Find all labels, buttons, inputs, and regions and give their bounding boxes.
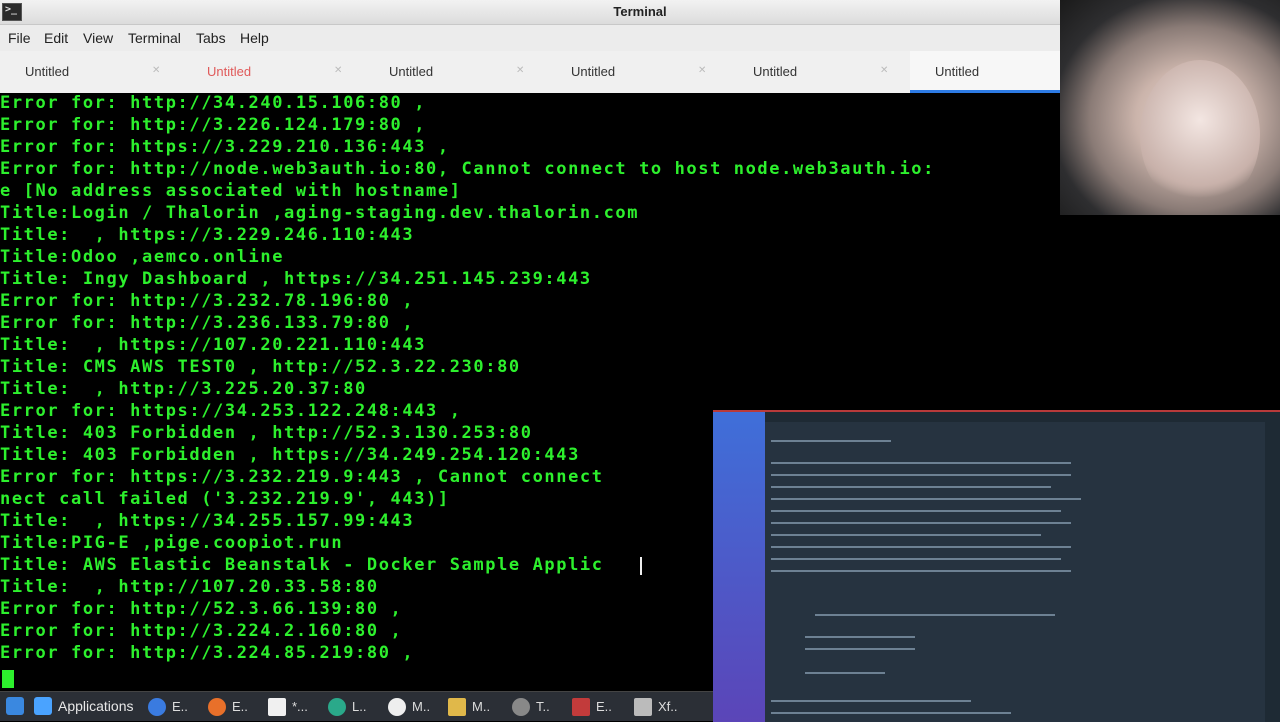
taskbar-item[interactable]: E.. [572,696,624,718]
terminal-line: Error for: http://52.3.66.139:80 , [0,599,403,619]
taskbar-item[interactable]: E.. [208,696,260,718]
terminal-line: e [No address associated with hostname] [0,181,462,201]
terminal-line: Title:PIG-E ,pige.coopiot.run [0,533,344,553]
close-icon[interactable]: ✕ [152,66,162,76]
taskbar-item[interactable]: T.. [512,696,564,718]
terminal-line: Title: 403 Forbidden , http://52.3.130.2… [0,423,533,443]
tools-icon [512,698,530,716]
close-icon[interactable]: ✕ [880,66,890,76]
taskbar: Applications E.. E.. *... L.. M.. M.. T.… [0,691,713,721]
terminal-line: nect call failed ('3.232.219.9', 443)] [0,489,450,509]
files-icon [448,698,466,716]
terminal-line: Error for: http://node.web3auth.io:80, C… [0,159,935,179]
taskbar-item-label: *... [292,699,308,714]
tab-4[interactable]: Untitled ✕ [546,51,728,93]
media-icon [388,698,406,716]
webcam-overlay [1060,0,1280,215]
menu-tabs[interactable]: Tabs [196,30,226,46]
applications-menu[interactable]: Applications [58,698,134,714]
terminal-line: Title: AWS Elastic Beanstalk - Docker Sa… [0,555,604,575]
terminal-line: Title: , https://34.255.157.99:443 [0,511,415,531]
terminal-line: Title: , http://107.20.33.58:80 [0,577,379,597]
window-icon [634,698,652,716]
taskbar-item[interactable]: M.. [448,696,500,718]
taskbar-item[interactable]: M.. [388,696,440,718]
terminal-line: Title: CMS AWS TEST0 , http://52.3.22.23… [0,357,521,377]
app-icon [572,698,590,716]
terminal-cursor [2,670,14,688]
close-icon[interactable]: ✕ [516,66,526,76]
terminal-line: Error for: http://3.226.124.179:80 , [0,115,427,135]
tab-1[interactable]: Untitled ✕ [0,51,182,93]
taskbar-item-label: E.. [232,699,248,714]
taskbar-item[interactable]: Xf.. [634,696,686,718]
terminal-line: Title: Ingy Dashboard , https://34.251.1… [0,269,592,289]
tab-label: Untitled [389,64,434,79]
start-menu-icon[interactable] [6,697,24,715]
taskbar-item[interactable]: L.. [328,696,380,718]
taskbar-item-label: M.. [412,699,431,714]
terminal-line: Title: , https://107.20.221.110:443 [0,335,427,355]
tab-5[interactable]: Untitled ✕ [728,51,910,93]
screen-share-thumbnail [713,410,1280,722]
menu-terminal[interactable]: Terminal [128,30,181,46]
text-editor-icon [268,698,286,716]
taskbar-item-label: E.. [172,699,188,714]
terminal-line: Title: 403 Forbidden , https://34.249.25… [0,445,580,465]
taskbar-item-label: Xf.. [658,699,678,714]
tab-label: Untitled [25,64,70,79]
tab-label: Untitled [571,64,616,79]
terminal-line: Error for: https://3.232.219.9:443 , Can… [0,467,604,487]
share-sidebar [713,412,765,722]
menu-view[interactable]: View [83,30,113,46]
terminal-line: Title: , https://3.229.246.110:443 [0,225,415,245]
terminal-icon [328,698,346,716]
menu-file[interactable]: File [8,30,31,46]
terminal-line: Title:Odoo ,aemco.online [0,247,285,267]
taskbar-item-label: T.. [536,699,550,714]
taskbar-item-label: M.. [472,699,491,714]
terminal-line: Error for: https://34.253.122.248:443 , [0,401,462,421]
tab-2[interactable]: Untitled ✕ [182,51,364,93]
webcam-face [1140,60,1260,210]
terminal-line: Error for: http://3.232.78.196:80 , [0,291,415,311]
terminal-line: Title: , http://3.225.20.37:80 [0,379,367,399]
taskbar-item[interactable]: *... [268,696,320,718]
taskbar-item-label: E.. [596,699,612,714]
close-icon[interactable]: ✕ [698,66,708,76]
tab-label: Untitled [207,64,252,79]
menu-edit[interactable]: Edit [44,30,68,46]
share-content [765,422,1265,722]
terminal-line: Error for: http://3.224.85.219:80 , [0,643,415,663]
firefox-icon [208,698,226,716]
taskbar-item-label: L.. [352,699,367,714]
taskbar-item[interactable]: E.. [148,696,200,718]
terminal-line: Error for: http://3.224.2.160:80 , [0,621,403,641]
menu-help[interactable]: Help [240,30,269,46]
applications-icon[interactable] [34,697,52,715]
terminal-line: Error for: http://34.240.15.106:80 , [0,93,427,113]
browser-icon [148,698,166,716]
tab-label: Untitled [935,64,980,79]
terminal-line: Error for: https://3.229.210.136:443 , [0,137,450,157]
close-icon[interactable]: ✕ [334,66,344,76]
mouse-pointer-icon [640,557,652,575]
tab-label: Untitled [753,64,798,79]
terminal-line: Title:Login / Thalorin ,aging-staging.de… [0,203,640,223]
terminal-line: Error for: http://3.236.133.79:80 , [0,313,415,333]
tab-3[interactable]: Untitled ✕ [364,51,546,93]
